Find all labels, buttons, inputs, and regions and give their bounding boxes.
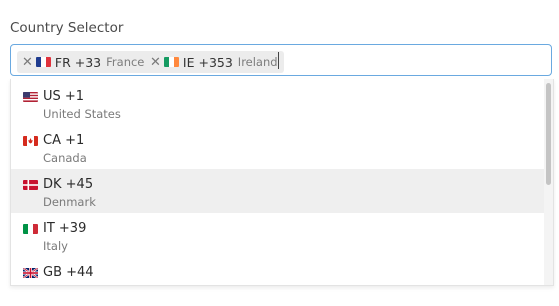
option-code: US +1: [43, 89, 85, 104]
us-flag-icon: [23, 91, 38, 102]
tag-code: IE +353: [182, 54, 233, 70]
option-us[interactable]: US +1 United States: [11, 81, 545, 125]
text-cursor: [278, 52, 279, 69]
selected-tag-france: ✕ FR +33 France: [17, 51, 151, 73]
option-country-name: United States: [43, 107, 121, 121]
scrollbar-thumb[interactable]: [546, 83, 551, 185]
field-label: Country Selector: [10, 20, 124, 36]
option-country-name: Italy: [43, 239, 68, 253]
option-country-name: Canada: [43, 151, 87, 165]
tag-country-name: Ireland: [237, 55, 278, 69]
france-flag-icon: [35, 57, 51, 67]
option-it[interactable]: IT +39 Italy: [11, 213, 545, 257]
denmark-flag-icon: [23, 179, 38, 190]
option-code: DK +45: [43, 177, 94, 192]
uk-flag-icon: [23, 267, 38, 278]
remove-tag-icon[interactable]: ✕: [150, 56, 161, 69]
country-select-input[interactable]: ✕ FR +33 France ✕ IE +353 Ireland: [10, 44, 552, 76]
option-dk[interactable]: DK +45 Denmark: [11, 169, 545, 213]
option-gb[interactable]: GB +44: [11, 257, 545, 285]
option-code: GB +44: [43, 265, 94, 280]
obscured-page-text: [10, 297, 300, 306]
option-code: CA +1: [43, 133, 85, 148]
italy-flag-icon: [23, 223, 38, 234]
option-ca[interactable]: CA +1 Canada: [11, 125, 545, 169]
remove-tag-icon[interactable]: ✕: [22, 56, 33, 69]
option-country-name: Denmark: [43, 195, 96, 209]
dropdown-scrollbar[interactable]: [544, 79, 553, 285]
country-options-list[interactable]: US +1 United States CA +1 Canada DK +45 …: [10, 79, 554, 286]
tag-code: FR +33: [54, 54, 102, 70]
ireland-flag-icon: [163, 57, 179, 67]
option-code: IT +39: [43, 221, 87, 236]
tag-country-name: France: [106, 55, 145, 69]
canada-flag-icon: [23, 135, 38, 146]
selected-tag-ireland: ✕ IE +353 Ireland: [145, 51, 284, 73]
